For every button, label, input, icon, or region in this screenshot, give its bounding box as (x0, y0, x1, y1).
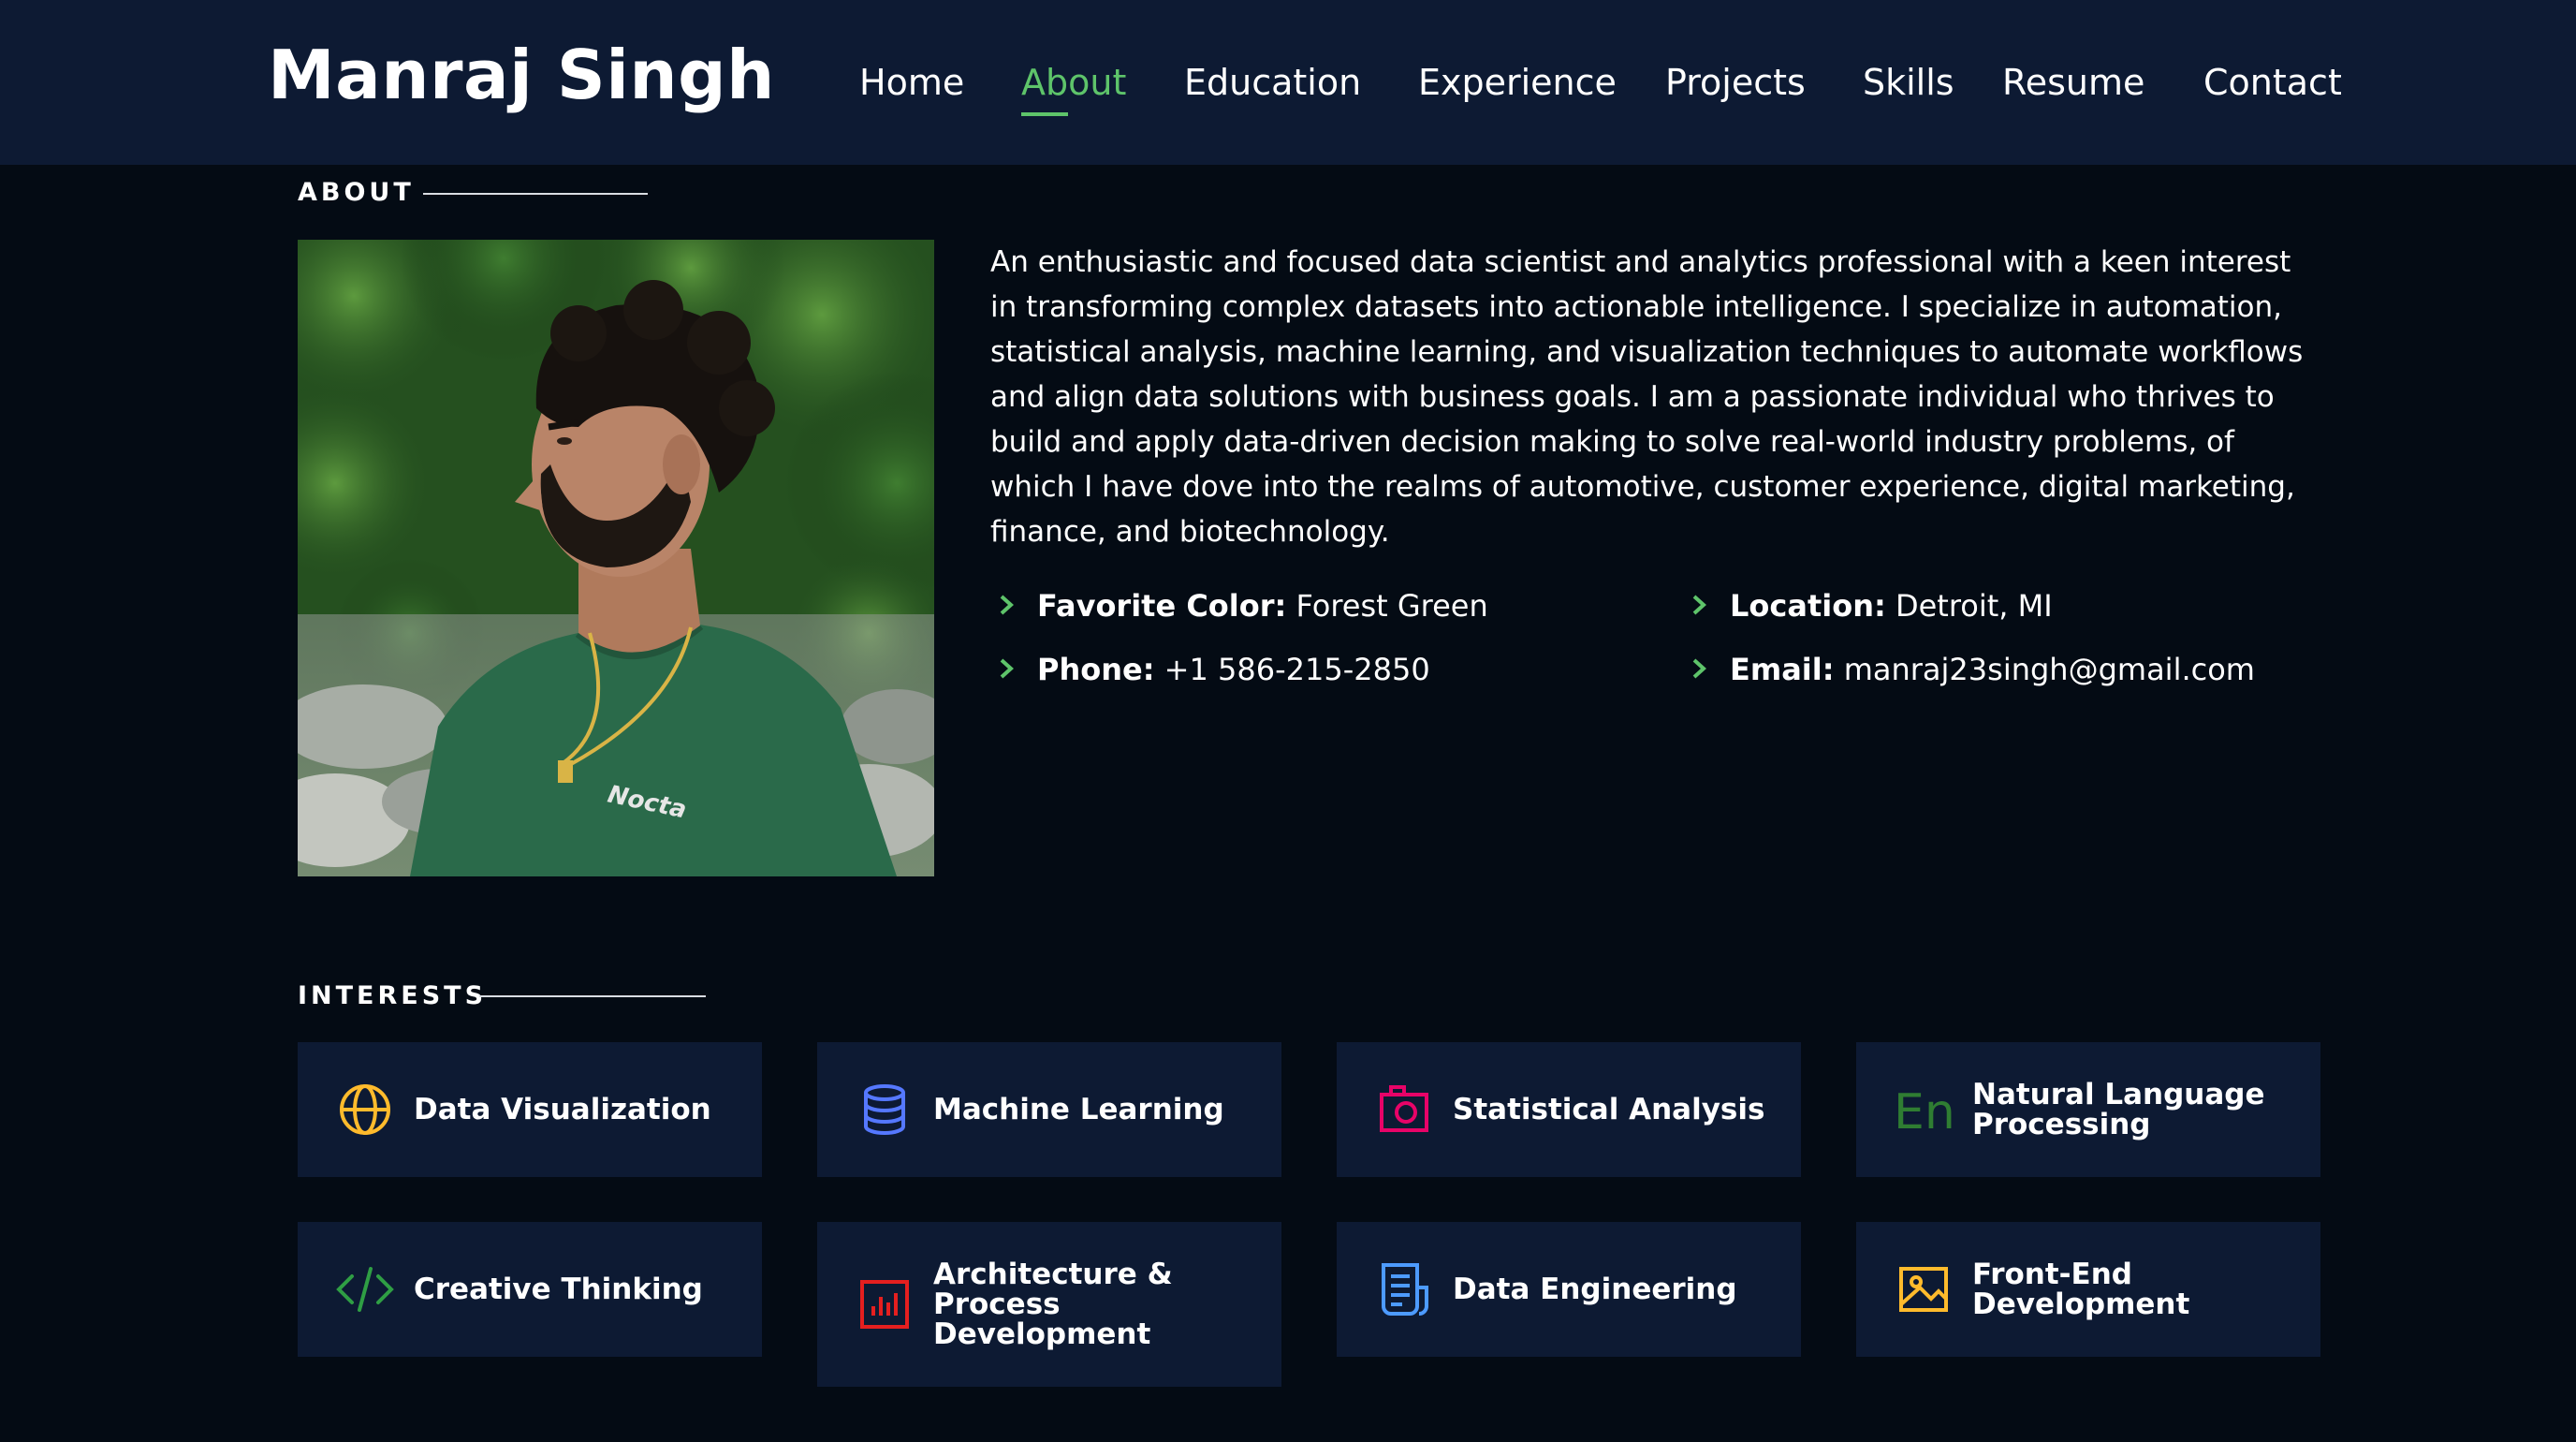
chevron-right-icon (1690, 646, 1730, 693)
detail-phone: Phone: +1 586-215-2850 (998, 646, 1430, 693)
nav-home[interactable]: Home (859, 54, 964, 110)
chevron-right-icon (998, 646, 1037, 693)
image-icon (1894, 1259, 1954, 1319)
svg-text:En: En (1894, 1084, 1954, 1140)
about-section-title: ABOUT (298, 178, 415, 207)
interest-card-architecture[interactable]: Architecture & Process Development (817, 1222, 1281, 1387)
interest-label: Front-End Development (1972, 1258, 2190, 1321)
chevron-right-icon (1690, 582, 1730, 629)
nav-education[interactable]: Education (1184, 54, 1361, 110)
camera-icon (1374, 1080, 1434, 1140)
about-title-divider (423, 193, 648, 195)
detail-label: Favorite Color: (1037, 588, 1287, 624)
code-icon (335, 1259, 395, 1319)
detail-value: Detroit, MI (1885, 588, 2053, 624)
nav-projects[interactable]: Projects (1665, 54, 1806, 110)
interest-card-data-engineering[interactable]: Data Engineering (1337, 1222, 1801, 1357)
about-bio: An enthusiastic and focused data scienti… (990, 245, 2304, 549)
interest-label: Architecture & Process Development (933, 1258, 1173, 1351)
detail-location: Location: Detroit, MI (1690, 582, 2053, 629)
interest-label: Natural Language Processing (1972, 1078, 2265, 1141)
interests-section-title: INTERESTS (298, 981, 488, 1010)
interest-card-statistical-analysis[interactable]: Statistical Analysis (1337, 1042, 1801, 1177)
nav-about[interactable]: About (1021, 54, 1126, 110)
detail-label: Email: (1730, 652, 1835, 687)
globe-icon (335, 1080, 395, 1140)
database-icon (855, 1080, 915, 1140)
nav-experience[interactable]: Experience (1418, 54, 1617, 110)
detail-label: Location: (1730, 588, 1886, 624)
interest-card-nlp[interactable]: En Natural Language Processing (1856, 1042, 2320, 1177)
detail-favorite-color: Favorite Color: Forest Green (998, 582, 1488, 629)
interest-card-data-visualization[interactable]: Data Visualization (298, 1042, 762, 1177)
nav-active-indicator (1021, 112, 1068, 116)
interest-card-machine-learning[interactable]: Machine Learning (817, 1042, 1281, 1177)
nav-contact[interactable]: Contact (2203, 54, 2342, 110)
interests-title-divider (479, 995, 706, 997)
profile-photo: Nocta (298, 240, 934, 876)
document-icon (1374, 1259, 1434, 1319)
interest-card-front-end[interactable]: Front-End Development (1856, 1222, 2320, 1357)
interest-label: Machine Learning (933, 1093, 1224, 1126)
nav-resume[interactable]: Resume (2002, 54, 2144, 110)
detail-value[interactable]: manraj23singh@gmail.com (1835, 652, 2255, 687)
about-details: Favorite Color: Forest Green Location: D… (998, 582, 2402, 723)
language-icon: En (1894, 1080, 1955, 1140)
interest-label: Statistical Analysis (1453, 1093, 1765, 1126)
main-nav: Home About Education Experience Projects… (0, 0, 2576, 165)
interest-card-creative-thinking[interactable]: Creative Thinking (298, 1222, 762, 1357)
interest-label: Data Visualization (414, 1093, 711, 1126)
detail-value[interactable]: +1 586-215-2850 (1155, 652, 1430, 687)
interest-label: Data Engineering (1453, 1273, 1737, 1306)
chevron-right-icon (998, 582, 1037, 629)
detail-label: Phone: (1037, 652, 1155, 687)
detail-value: Forest Green (1286, 588, 1488, 624)
interest-label: Creative Thinking (414, 1273, 703, 1306)
site-header: Manraj Singh Home About Education Experi… (0, 0, 2576, 165)
detail-email: Email: manraj23singh@gmail.com (1690, 646, 2255, 693)
bar-chart-icon (855, 1274, 915, 1334)
nav-skills[interactable]: Skills (1863, 54, 1954, 110)
